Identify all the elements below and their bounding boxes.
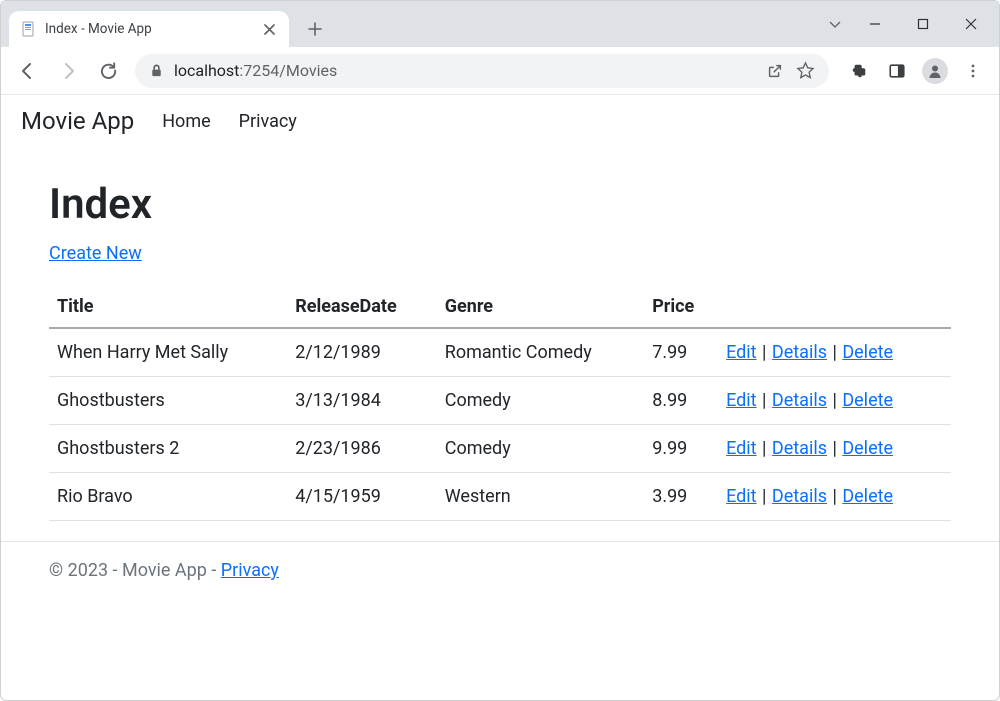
page-favicon-icon xyxy=(21,21,37,37)
col-releasedate: ReleaseDate xyxy=(287,286,437,328)
url-path: :7254/Movies xyxy=(239,61,337,80)
browser-tab[interactable]: Index - Movie App xyxy=(9,11,289,47)
address-bar[interactable]: localhost:7254/Movies xyxy=(135,54,829,88)
browser-chrome: Index - Movie App xyxy=(1,1,999,95)
cell-actions: Edit | Details | Delete xyxy=(718,473,951,521)
details-link[interactable]: Details xyxy=(772,342,827,363)
cell-actions: Edit | Details | Delete xyxy=(718,425,951,473)
cell-actions: Edit | Details | Delete xyxy=(718,328,951,377)
delete-link[interactable]: Delete xyxy=(842,342,893,363)
edit-link[interactable]: Edit xyxy=(726,486,756,507)
back-button[interactable] xyxy=(11,54,45,88)
extensions-puzzle-icon[interactable] xyxy=(843,55,875,87)
footer-text: © 2023 - Movie App - xyxy=(49,560,221,581)
col-actions xyxy=(718,286,951,328)
action-sep: | xyxy=(757,486,772,507)
tab-close-icon[interactable] xyxy=(261,21,277,37)
cell-title: Ghostbusters 2 xyxy=(49,425,287,473)
action-sep: | xyxy=(827,486,842,507)
cell-releasedate: 3/13/1984 xyxy=(287,377,437,425)
page-title: Index xyxy=(49,180,951,229)
window-minimize-button[interactable] xyxy=(853,9,897,39)
cell-price: 8.99 xyxy=(644,377,718,425)
forward-button[interactable] xyxy=(51,54,85,88)
cell-price: 7.99 xyxy=(644,328,718,377)
delete-link[interactable]: Delete xyxy=(842,438,893,459)
action-sep: | xyxy=(757,342,772,363)
window-maximize-button[interactable] xyxy=(901,9,945,39)
cell-actions: Edit | Details | Delete xyxy=(718,377,951,425)
kebab-menu-icon[interactable] xyxy=(957,55,989,87)
brand[interactable]: Movie App xyxy=(21,107,134,135)
cell-releasedate: 4/15/1959 xyxy=(287,473,437,521)
cell-title: Rio Bravo xyxy=(49,473,287,521)
bookmark-star-icon[interactable] xyxy=(796,61,815,80)
edit-link[interactable]: Edit xyxy=(726,438,756,459)
delete-link[interactable]: Delete xyxy=(842,486,893,507)
main-container: Index Create New Title ReleaseDate Genre… xyxy=(1,148,999,541)
details-link[interactable]: Details xyxy=(772,486,827,507)
cell-genre: Western xyxy=(437,473,644,521)
reload-button[interactable] xyxy=(91,54,125,88)
action-sep: | xyxy=(757,438,772,459)
browser-toolbar: localhost:7254/Movies xyxy=(1,47,999,95)
footer: © 2023 - Movie App - Privacy xyxy=(1,541,999,599)
profile-avatar[interactable] xyxy=(919,55,951,87)
window-close-button[interactable] xyxy=(949,9,993,39)
delete-link[interactable]: Delete xyxy=(842,390,893,411)
nav-link-home[interactable]: Home xyxy=(162,111,210,132)
browser-titlebar: Index - Movie App xyxy=(1,1,999,47)
table-row: Rio Bravo4/15/1959Western3.99Edit | Deta… xyxy=(49,473,951,521)
table-row: Ghostbusters3/13/1984Comedy8.99Edit | De… xyxy=(49,377,951,425)
footer-privacy-link[interactable]: Privacy xyxy=(221,560,279,581)
action-sep: | xyxy=(827,438,842,459)
cell-genre: Comedy xyxy=(437,377,644,425)
window-controls xyxy=(821,1,999,39)
side-panel-icon[interactable] xyxy=(881,55,913,87)
cell-releasedate: 2/12/1989 xyxy=(287,328,437,377)
table-header-row: Title ReleaseDate Genre Price xyxy=(49,286,951,328)
page: Movie App Home Privacy Index Create New … xyxy=(1,95,999,599)
action-sep: | xyxy=(827,390,842,411)
col-title: Title xyxy=(49,286,287,328)
movies-table: Title ReleaseDate Genre Price When Harry… xyxy=(49,286,951,521)
cell-title: When Harry Met Sally xyxy=(49,328,287,377)
site-navbar: Movie App Home Privacy xyxy=(1,95,999,148)
new-tab-button[interactable] xyxy=(301,15,329,43)
table-row: Ghostbusters 22/23/1986Comedy9.99Edit | … xyxy=(49,425,951,473)
nav-link-privacy[interactable]: Privacy xyxy=(239,111,297,132)
col-genre: Genre xyxy=(437,286,644,328)
toolbar-right-icons xyxy=(839,55,989,87)
lock-icon xyxy=(149,63,164,78)
tab-search-chevron-icon[interactable] xyxy=(821,9,849,39)
details-link[interactable]: Details xyxy=(772,438,827,459)
details-link[interactable]: Details xyxy=(772,390,827,411)
share-icon[interactable] xyxy=(766,62,784,80)
edit-link[interactable]: Edit xyxy=(726,342,756,363)
col-price: Price xyxy=(644,286,718,328)
cell-price: 3.99 xyxy=(644,473,718,521)
browser-tab-title: Index - Movie App xyxy=(45,21,261,37)
cell-title: Ghostbusters xyxy=(49,377,287,425)
url-host: localhost xyxy=(174,61,239,80)
url-text: localhost:7254/Movies xyxy=(174,61,337,80)
action-sep: | xyxy=(827,342,842,363)
cell-price: 9.99 xyxy=(644,425,718,473)
table-row: When Harry Met Sally2/12/1989Romantic Co… xyxy=(49,328,951,377)
action-sep: | xyxy=(757,390,772,411)
create-new-link[interactable]: Create New xyxy=(49,243,142,264)
edit-link[interactable]: Edit xyxy=(726,390,756,411)
cell-genre: Comedy xyxy=(437,425,644,473)
cell-genre: Romantic Comedy xyxy=(437,328,644,377)
cell-releasedate: 2/23/1986 xyxy=(287,425,437,473)
